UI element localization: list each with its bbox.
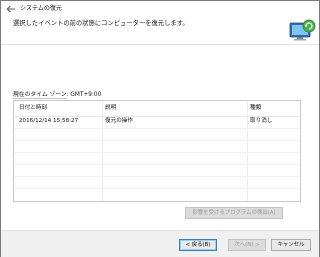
title-bar: システムの復元: [1, 1, 319, 17]
window-title: システムの復元: [20, 5, 62, 12]
row-line: [14, 188, 300, 189]
timezone-label: 現在のタイム ゾーン: GMT+9:00: [13, 91, 101, 99]
page-instruction: 選択したイベントの前の状態にコンピューターを復元します。: [13, 20, 189, 27]
cancel-button[interactable]: キャンセル: [271, 239, 311, 251]
row-line: [14, 164, 300, 165]
column-datetime[interactable]: 日付と時刻: [19, 105, 47, 112]
header-divider: [1, 44, 319, 45]
row-line: [14, 128, 300, 129]
row-line: [14, 152, 300, 153]
back-button[interactable]: < 戻る(B): [179, 239, 217, 251]
row-description: 復元の操作: [105, 118, 133, 124]
row-line: [14, 140, 300, 141]
list-header: 日付と時刻 説明 種類: [14, 101, 300, 117]
system-restore-dialog: システムの復元 選択したイベントの前の状態にコンピューターを復元します。 現在の…: [0, 0, 320, 257]
next-button[interactable]: 次へ(N) >: [228, 239, 266, 251]
system-restore-icon: [288, 17, 316, 45]
table-row[interactable]: 2016/12/14 15:58:27 復元の操作 取り消し: [14, 116, 300, 128]
row-datetime: 2016/12/14 15:58:27: [19, 118, 79, 124]
back-arrow-icon[interactable]: [5, 4, 17, 14]
row-type: 取り消し: [250, 118, 273, 124]
timezone-underline: [13, 98, 67, 99]
column-type[interactable]: 種類: [250, 105, 261, 112]
row-line: [14, 176, 300, 177]
restore-point-list[interactable]: 日付と時刻 説明 種類 2016/12/14 15:58:27 復元の操作 取り…: [13, 100, 301, 202]
column-description[interactable]: 説明: [105, 105, 116, 112]
scan-affected-programs-button[interactable]: 影響を受けるプログラムの検出(A): [185, 207, 283, 219]
